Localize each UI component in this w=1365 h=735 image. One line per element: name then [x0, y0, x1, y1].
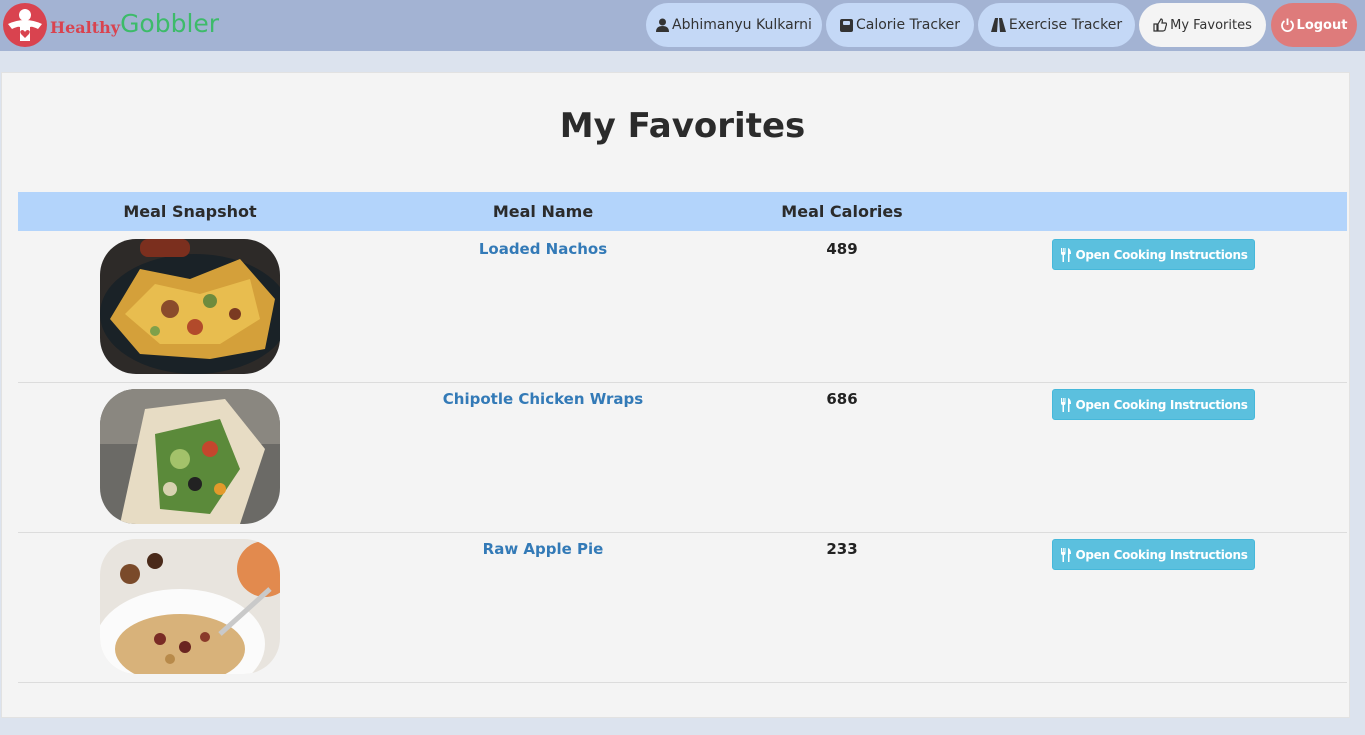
open-cooking-instructions-button[interactable]: Open Cooking Instructions — [1052, 389, 1255, 420]
table-row: Chipotle Chicken Wraps 686 Open Cooking … — [18, 382, 1347, 533]
cutlery-icon — [1059, 247, 1073, 262]
open-cooking-instructions-label: Open Cooking Instructions — [1075, 547, 1248, 562]
header-meal-name: Meal Name — [492, 202, 594, 221]
open-cooking-instructions-label: Open Cooking Instructions — [1075, 247, 1248, 262]
brand[interactable]: Healthy Gobbler — [2, 2, 219, 48]
meal-name-link[interactable]: Raw Apple Pie — [393, 540, 693, 558]
nav-my-favorites-label: My Favorites — [1170, 17, 1252, 33]
nav-calorie-tracker-button[interactable]: Calorie Tracker — [826, 3, 974, 47]
meal-image — [100, 239, 280, 374]
meal-calories: 686 — [826, 390, 858, 408]
nav-exercise-tracker-label: Exercise Tracker — [1008, 17, 1123, 33]
cutlery-icon — [1059, 547, 1073, 562]
logout-button[interactable]: Logout — [1271, 3, 1357, 47]
logout-label: Logout — [1296, 17, 1348, 33]
open-cooking-instructions-label: Open Cooking Instructions — [1075, 397, 1248, 412]
open-cooking-instructions-button[interactable]: Open Cooking Instructions — [1052, 239, 1255, 270]
meal-name-link[interactable]: Chipotle Chicken Wraps — [393, 390, 693, 408]
brand-gobbler-text: Gobbler — [120, 8, 220, 38]
heart-person-logo-icon — [3, 3, 47, 47]
navbar: Healthy Gobbler Abhimanyu Kulkarni Calor… — [0, 0, 1365, 51]
scale-icon — [839, 18, 853, 32]
table-row: Raw Apple Pie 233 Open Cooking Instructi… — [18, 532, 1347, 683]
nav-exercise-tracker-button[interactable]: Exercise Tracker — [978, 3, 1135, 47]
nav-calorie-tracker-label: Calorie Tracker — [855, 17, 961, 33]
meal-calories: 233 — [826, 540, 858, 558]
power-icon — [1280, 18, 1294, 32]
meal-image — [100, 389, 280, 524]
nav-user-label: Abhimanyu Kulkarni — [672, 17, 812, 33]
table-header: Meal Snapshot Meal Name Meal Calories — [18, 192, 1347, 231]
table-row: Loaded Nachos 489 Open Cooking Instructi… — [18, 232, 1347, 383]
road-icon — [990, 18, 1006, 32]
header-meal-snapshot: Meal Snapshot — [123, 202, 257, 221]
thumbs-up-icon — [1153, 18, 1168, 32]
cutlery-icon — [1059, 397, 1073, 412]
page-title: My Favorites — [559, 106, 806, 146]
meal-calories: 489 — [826, 240, 858, 258]
meal-image — [100, 539, 280, 674]
meal-name-link[interactable]: Loaded Nachos — [393, 240, 693, 258]
brand-healthy-text: Healthy — [50, 17, 121, 37]
nav-my-favorites-button[interactable]: My Favorites — [1139, 3, 1266, 47]
user-icon — [656, 18, 670, 32]
open-cooking-instructions-button[interactable]: Open Cooking Instructions — [1052, 539, 1255, 570]
header-meal-calories: Meal Calories — [781, 202, 903, 221]
nav-user-button[interactable]: Abhimanyu Kulkarni — [646, 3, 822, 47]
